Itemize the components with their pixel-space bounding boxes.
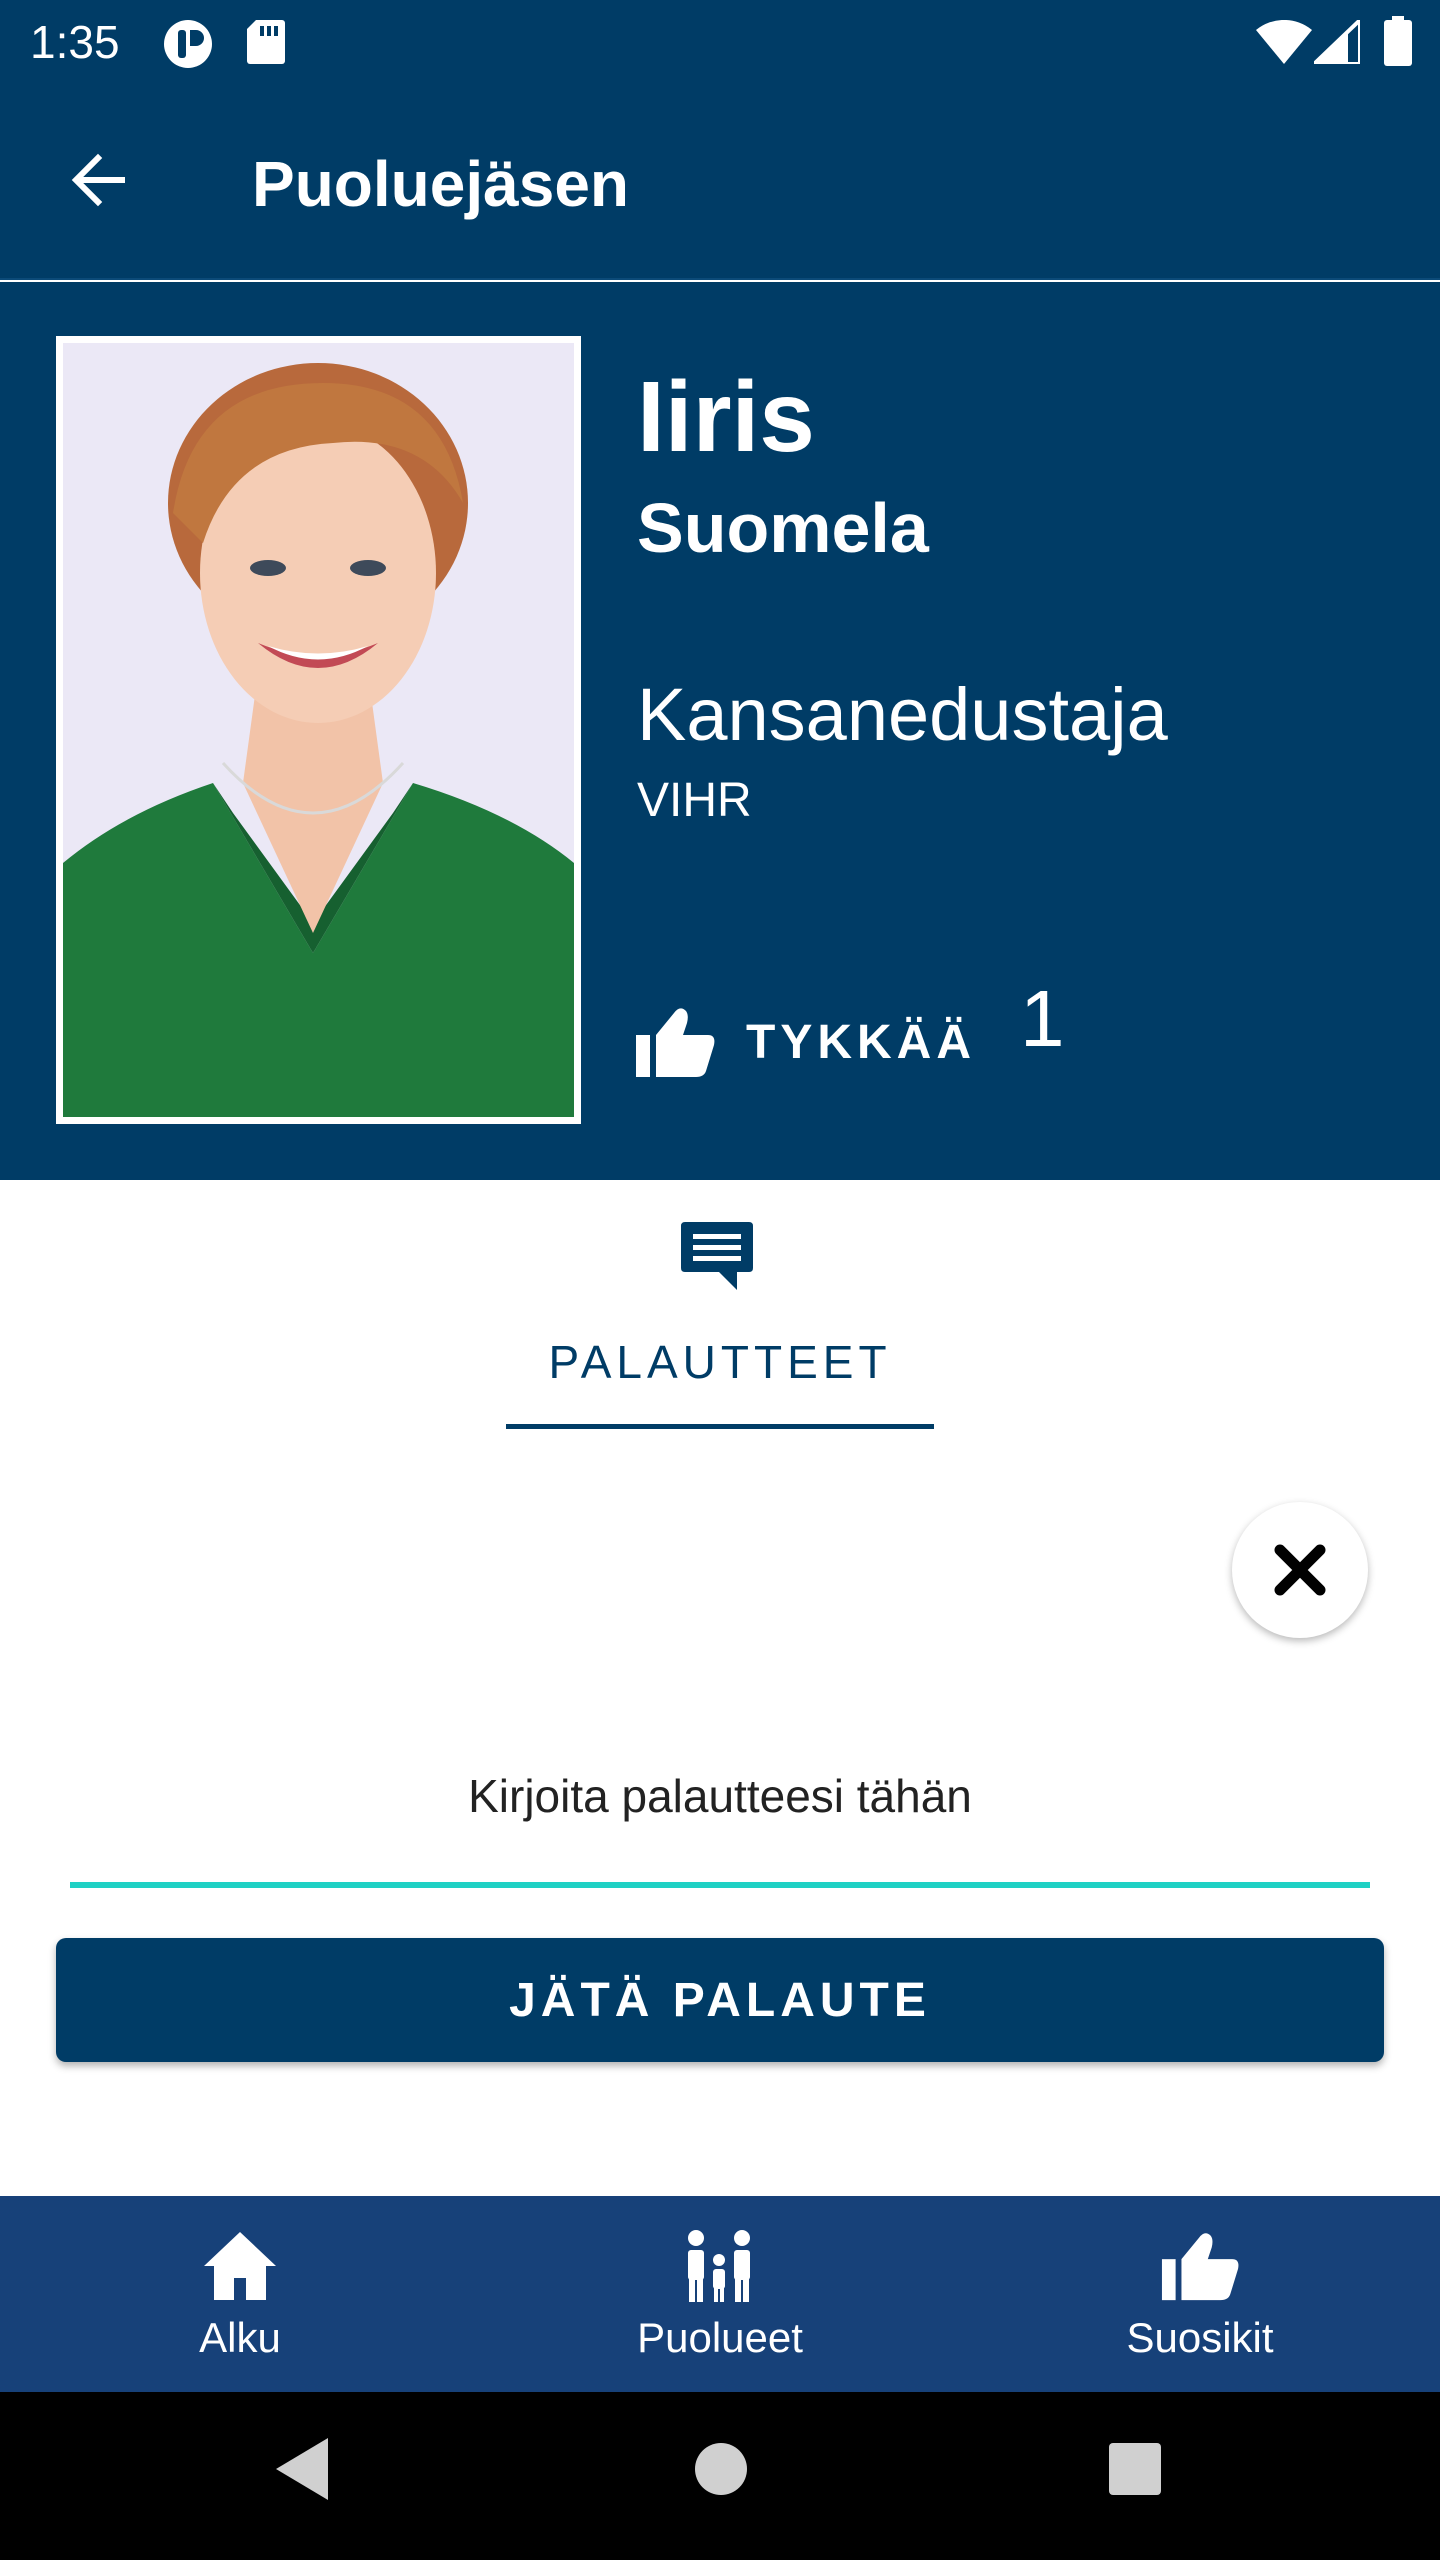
feedback-input[interactable] [70, 1752, 1370, 1840]
nav-label: Puolueet [637, 2314, 803, 2361]
profile-header: Iiris Suomela Kansanedustaja VIHR TYKKÄÄ… [0, 282, 1440, 1180]
home-circle-icon[interactable] [694, 2442, 748, 2496]
bottom-nav: Alku Puolueet Suosikit [0, 2196, 1440, 2392]
battery-icon [1384, 16, 1412, 71]
signal-icon [1309, 15, 1362, 69]
page-title: Puoluejäsen [252, 148, 629, 220]
system-nav-bar [0, 2392, 1440, 2560]
arrow-back-icon [71, 153, 125, 207]
back-triangle-icon[interactable] [272, 2436, 332, 2502]
nav-item-suosikit[interactable]: Suosikit [960, 2196, 1440, 2392]
close-button[interactable] [1232, 1502, 1368, 1638]
input-underline [70, 1882, 1370, 1888]
submit-feedback-button[interactable]: JÄTÄ PALAUTE [56, 1938, 1384, 2062]
last-name: Suomela [637, 489, 929, 567]
status-bar: 1:35 [0, 0, 1440, 84]
app-notification-icon [162, 18, 214, 75]
sd-card-icon [246, 18, 286, 71]
tab-label: PALAUTTEET [548, 1336, 892, 1388]
profile-photo [56, 336, 581, 1124]
like-button[interactable]: TYKKÄÄ [634, 982, 1022, 1102]
status-time: 1:35 [30, 16, 120, 68]
first-name: Iiris [637, 361, 815, 473]
app-bar: Puoluejäsen [0, 84, 1440, 280]
party-label: VIHR [637, 774, 752, 827]
like-label: TYKKÄÄ [746, 1015, 976, 1069]
recents-square-icon[interactable] [1108, 2442, 1162, 2496]
home-icon [204, 2232, 276, 2300]
thumb-up-icon [1161, 2233, 1239, 2301]
back-button[interactable] [52, 134, 144, 226]
nav-label: Alku [199, 2314, 281, 2361]
tab-indicator [506, 1424, 934, 1429]
thumb-up-icon [636, 1008, 715, 1077]
close-icon [1274, 1544, 1326, 1596]
nav-item-alku[interactable]: Alku [0, 2196, 480, 2392]
like-count: 1 [1020, 974, 1065, 1063]
nav-item-puolueet[interactable]: Puolueet [480, 2196, 960, 2392]
wifi-icon [1256, 19, 1312, 69]
tab-palautteet[interactable]: PALAUTTEET [506, 1210, 934, 1430]
role-title: Kansanedustaja [637, 673, 1168, 756]
people-icon [688, 2230, 750, 2302]
nav-label: Suosikit [1126, 2314, 1274, 2361]
comment-icon [681, 1222, 753, 1290]
